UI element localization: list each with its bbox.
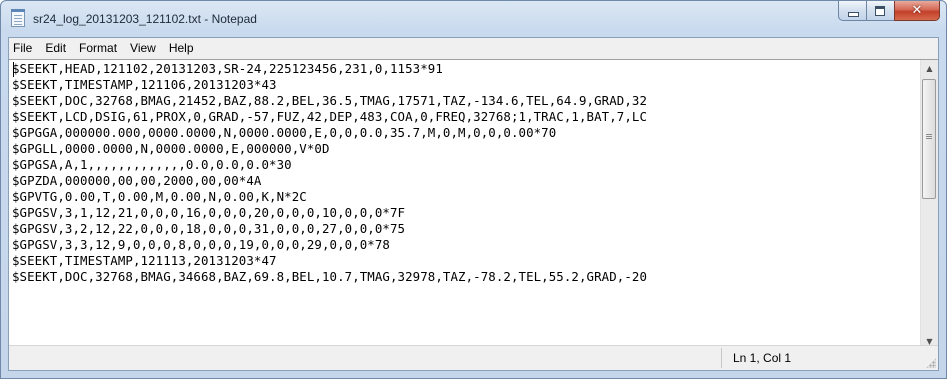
menu-format[interactable]: Format: [72, 38, 123, 58]
resize-grip-icon[interactable]: [926, 358, 936, 368]
text-line: $SEEKT,TIMESTAMP,121106,20131203*43: [12, 77, 277, 92]
caption-buttons: ✕: [838, 1, 940, 22]
text-line: $GPGSV,3,2,12,22,0,0,0,18,0,0,0,31,0,0,0…: [12, 221, 406, 236]
window-title: sr24_log_20131203_121102.txt - Notepad: [33, 12, 257, 26]
close-button[interactable]: ✕: [894, 1, 940, 21]
text-line: $GPZDA,000000,00,00,2000,00,00*4A: [12, 173, 262, 188]
text-line: $GPGSA,A,1,,,,,,,,,,,,,0.0,0.0,0.0*30: [12, 157, 292, 172]
text-line: $SEEKT,TIMESTAMP,121113,20131203*47: [12, 253, 277, 268]
text-caret: [13, 62, 14, 77]
text-line: $SEEKT,HEAD,121102,20131203,SR-24,225123…: [12, 61, 443, 76]
text-line: $GPVTG,0.00,T,0.00,M,0.00,N,0.00,K,N*2C: [12, 189, 307, 204]
text-line: $GPGSV,3,3,12,9,0,0,0,8,0,0,0,19,0,0,0,2…: [12, 237, 390, 252]
grip-icon: [926, 134, 932, 135]
notepad-icon[interactable]: [11, 9, 25, 27]
status-bar: Ln 1, Col 1: [9, 345, 938, 370]
scroll-up-icon[interactable]: ▲: [921, 60, 938, 77]
minimize-icon: [839, 1, 866, 20]
maximize-button[interactable]: [866, 1, 894, 21]
text-line: $SEEKT,LCD,DSIG,61,PROX,0,GRAD,-57,FUZ,4…: [12, 109, 648, 124]
close-icon: ✕: [911, 3, 923, 18]
text-line: $SEEKT,DOC,32768,BMAG,34668,BAZ,69.8,BEL…: [12, 269, 648, 284]
minimize-button[interactable]: [838, 1, 866, 21]
vertical-scrollbar[interactable]: ▲ ▼: [920, 60, 938, 350]
title-bar[interactable]: sr24_log_20131203_121102.txt - Notepad ✕: [1, 1, 946, 37]
text-line: $GPGSV,3,1,12,21,0,0,0,16,0,0,0,20,0,0,0…: [12, 205, 406, 220]
menu-help[interactable]: Help: [162, 38, 200, 58]
text-content[interactable]: $SEEKT,HEAD,121102,20131203,SR-24,225123…: [9, 60, 921, 350]
text-line: $SEEKT,DOC,32768,BMAG,21452,BAZ,88.2,BEL…: [12, 93, 648, 108]
menu-view[interactable]: View: [123, 38, 162, 58]
status-divider: [721, 348, 722, 368]
text-line: $GPGGA,000000.000,0000.0000,N,0000.0000,…: [12, 125, 557, 140]
cursor-position: Ln 1, Col 1: [733, 351, 792, 365]
vertical-scroll-thumb[interactable]: [922, 79, 936, 199]
notepad-window: sr24_log_20131203_121102.txt - Notepad ✕…: [0, 0, 947, 379]
text-editor[interactable]: $SEEKT,HEAD,121102,20131203,SR-24,225123…: [9, 59, 938, 367]
text-line: $GPGLL,0000.0000,N,0000.0000,E,000000,V*…: [12, 141, 330, 156]
client-area: File Edit Format View Help $SEEKT,HEAD,1…: [8, 37, 939, 371]
menu-file[interactable]: File: [9, 38, 38, 58]
maximize-icon: [867, 1, 894, 20]
menu-bar: File Edit Format View Help: [9, 38, 938, 58]
menu-edit[interactable]: Edit: [38, 38, 72, 58]
